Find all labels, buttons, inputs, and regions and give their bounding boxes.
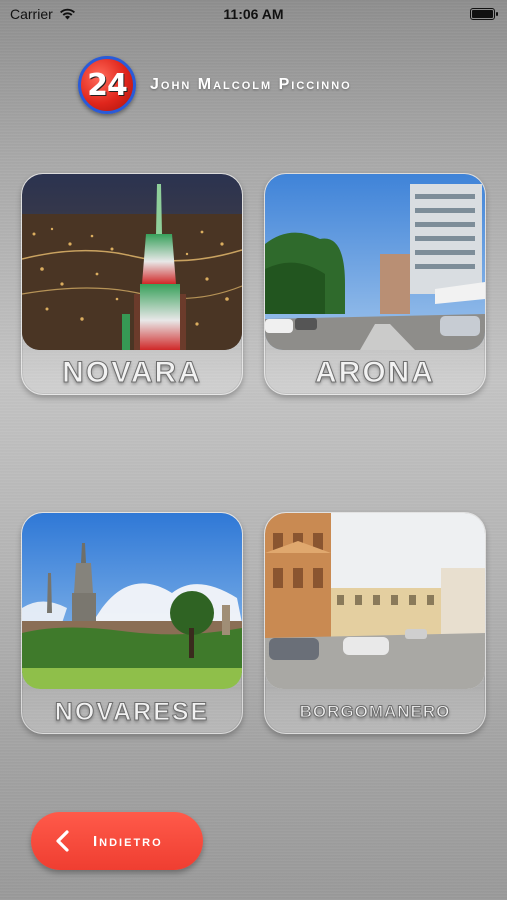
city-card-label: ARONA [265, 351, 485, 394]
city-card-label: BORGOMANERO [265, 690, 485, 733]
city-card-borgomanero[interactable]: BORGOMANERO [264, 512, 486, 734]
chevron-left-icon [56, 830, 69, 852]
novarese-landscape-photo [22, 513, 242, 689]
back-button-label: Indietro [93, 832, 163, 850]
city-card-arona[interactable]: ARONA [264, 173, 486, 395]
novara-night-photo [22, 174, 242, 350]
battery-icon [470, 8, 498, 20]
city-card-label: NOVARA [22, 351, 242, 394]
status-bar: Carrier 11:06 AM [0, 0, 507, 28]
clock: 11:06 AM [223, 6, 284, 22]
city-card-label: NOVARESE [22, 690, 242, 733]
back-button[interactable]: Indietro [31, 812, 203, 870]
app-logo: 24 [78, 56, 136, 114]
city-card-novara[interactable]: NOVARA [21, 173, 243, 395]
borgomanero-square-photo [265, 513, 485, 689]
city-card-novarese[interactable]: NOVARESE [21, 512, 243, 734]
app-title: John Malcolm Piccinno [150, 76, 352, 93]
app-header: 24 John Malcolm Piccinno [78, 55, 352, 115]
arona-street-photo [265, 174, 485, 350]
